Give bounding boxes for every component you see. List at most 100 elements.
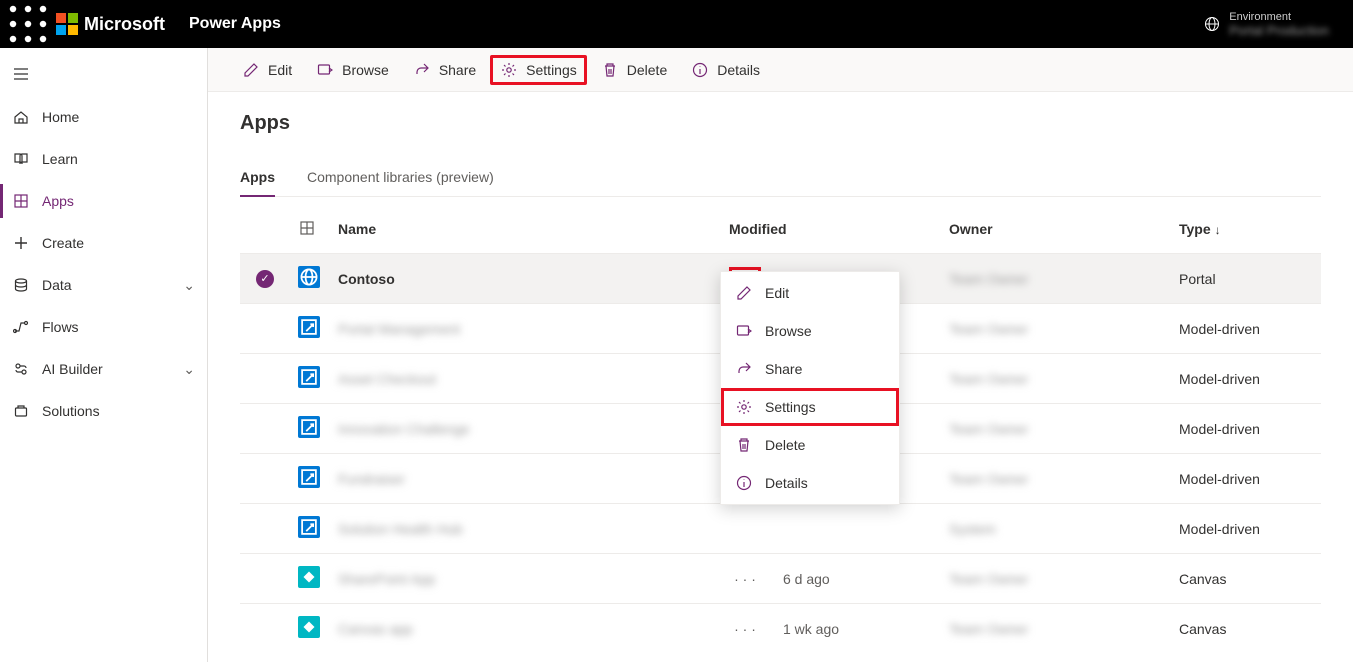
row-name[interactable]: Solution Health Hub (338, 521, 463, 537)
cmd-details[interactable]: Details (681, 55, 770, 85)
table-row[interactable]: Canvas app· · ·1 wk agoTeam OwnerCanvas (240, 604, 1321, 654)
solutions-icon (12, 402, 30, 420)
row-owner: Team Owner (949, 271, 1028, 287)
app-type-icon (298, 416, 320, 438)
chevron-down-icon: ⌄ (183, 277, 195, 294)
app-type-icon (298, 366, 320, 388)
cmd-share[interactable]: Share (403, 55, 486, 85)
tab-apps[interactable]: Apps (240, 159, 275, 197)
microsoft-logo[interactable]: Microsoft (56, 13, 165, 35)
share-icon (735, 360, 753, 378)
view-mode-icon[interactable] (298, 219, 316, 237)
home-icon (12, 108, 30, 126)
row-name[interactable]: Contoso (338, 271, 395, 287)
ctx-edit[interactable]: Edit (721, 274, 899, 312)
table-row[interactable]: Solution Health HubSystemModel-driven (240, 504, 1321, 554)
row-name[interactable]: Fundraiser (338, 471, 405, 487)
nav-label: Apps (42, 193, 74, 209)
tab-component-libraries[interactable]: Component libraries (preview) (307, 159, 494, 196)
ctx-label: Edit (765, 285, 789, 301)
cmd-delete[interactable]: Delete (591, 55, 677, 85)
nav-item-learn[interactable]: Learn (0, 138, 207, 180)
nav-label: AI Builder (42, 361, 103, 377)
nav-item-create[interactable]: Create (0, 222, 207, 264)
row-name[interactable]: Innovation Challenge (338, 421, 470, 437)
environment-name: Portal Production (1229, 23, 1329, 38)
chevron-down-icon: ⌄ (183, 361, 195, 378)
left-nav: Home Learn Apps Create Data ⌄ Flows AI Builder ⌄… (0, 48, 208, 662)
row-selected-icon[interactable]: ✓ (256, 270, 274, 288)
tab-strip: Apps Component libraries (preview) (240, 159, 1321, 197)
row-name[interactable]: SharePoint App (338, 571, 435, 587)
row-more-button[interactable]: · · · (729, 567, 761, 591)
command-bar: Edit Browse Share Settings Delete Detail… (208, 48, 1353, 92)
row-name[interactable]: Asset Checkout (338, 371, 436, 387)
environment-picker[interactable]: Environment Portal Production (1203, 11, 1345, 38)
delete-icon (601, 61, 619, 79)
nav-item-data[interactable]: Data ⌄ (0, 264, 207, 306)
col-type[interactable]: Type↓ (1171, 205, 1321, 254)
cmd-settings-label: Settings (526, 62, 577, 78)
row-name[interactable]: Canvas app (338, 621, 413, 637)
row-owner: Team Owner (949, 471, 1028, 487)
ctx-browse[interactable]: Browse (721, 312, 899, 350)
ctx-label: Settings (765, 399, 816, 415)
row-owner: Team Owner (949, 421, 1028, 437)
row-modified: 6 d ago (783, 571, 830, 587)
ctx-details[interactable]: Details (721, 464, 899, 502)
app-launcher-icon[interactable] (8, 4, 48, 44)
row-owner: Team Owner (949, 371, 1028, 387)
app-type-icon (298, 466, 320, 488)
app-type-icon (298, 316, 320, 338)
flows-icon (12, 318, 30, 336)
row-owner: Team Owner (949, 571, 1028, 587)
row-type: Model-driven (1179, 321, 1260, 337)
hamburger-icon (12, 65, 30, 83)
ctx-label: Browse (765, 323, 812, 339)
row-owner: Team Owner (949, 621, 1028, 637)
nav-item-solutions[interactable]: Solutions (0, 390, 207, 432)
cmd-browse-label: Browse (342, 62, 389, 78)
nav-item-apps[interactable]: Apps (0, 180, 207, 222)
learn-icon (12, 150, 30, 168)
app-type-icon (298, 266, 320, 288)
ctx-settings[interactable]: Settings (721, 388, 899, 426)
ctx-label: Share (765, 361, 802, 377)
row-context-menu: Edit Browse Share Settings Delete Details (720, 271, 900, 505)
main-content: Edit Browse Share Settings Delete Detail… (208, 48, 1353, 662)
cmd-settings[interactable]: Settings (490, 55, 587, 85)
browse-icon (316, 61, 334, 79)
row-type: Canvas (1179, 621, 1226, 637)
row-type: Model-driven (1179, 471, 1260, 487)
data-icon (12, 276, 30, 294)
row-type: Model-driven (1179, 521, 1260, 537)
app-type-icon (298, 516, 320, 538)
ctx-share[interactable]: Share (721, 350, 899, 388)
row-name[interactable]: Portal Management (338, 321, 460, 337)
col-name[interactable]: Name (330, 205, 721, 254)
nav-item-home[interactable]: Home (0, 96, 207, 138)
ctx-label: Delete (765, 437, 805, 453)
environment-caption: Environment (1229, 11, 1329, 23)
row-more-button[interactable]: · · · (729, 617, 761, 641)
row-owner: Team Owner (949, 321, 1028, 337)
settings-icon (735, 398, 753, 416)
product-label: Power Apps (189, 15, 281, 33)
ctx-delete[interactable]: Delete (721, 426, 899, 464)
cmd-delete-label: Delete (627, 62, 667, 78)
nav-collapse-button[interactable] (0, 52, 207, 96)
nav-item-aibuilder[interactable]: AI Builder ⌄ (0, 348, 207, 390)
nav-label: Learn (42, 151, 78, 167)
cmd-details-label: Details (717, 62, 760, 78)
cmd-edit[interactable]: Edit (232, 55, 302, 85)
cmd-browse[interactable]: Browse (306, 55, 399, 85)
cmd-share-label: Share (439, 62, 476, 78)
nav-item-flows[interactable]: Flows (0, 306, 207, 348)
global-header: Microsoft Power Apps Environment Portal … (0, 0, 1353, 48)
nav-label: Data (42, 277, 72, 293)
nav-label: Flows (42, 319, 79, 335)
col-modified[interactable]: Modified (721, 205, 941, 254)
table-row[interactable]: SharePoint App· · ·6 d agoTeam OwnerCanv… (240, 554, 1321, 604)
col-owner[interactable]: Owner (941, 205, 1171, 254)
edit-icon (242, 61, 260, 79)
